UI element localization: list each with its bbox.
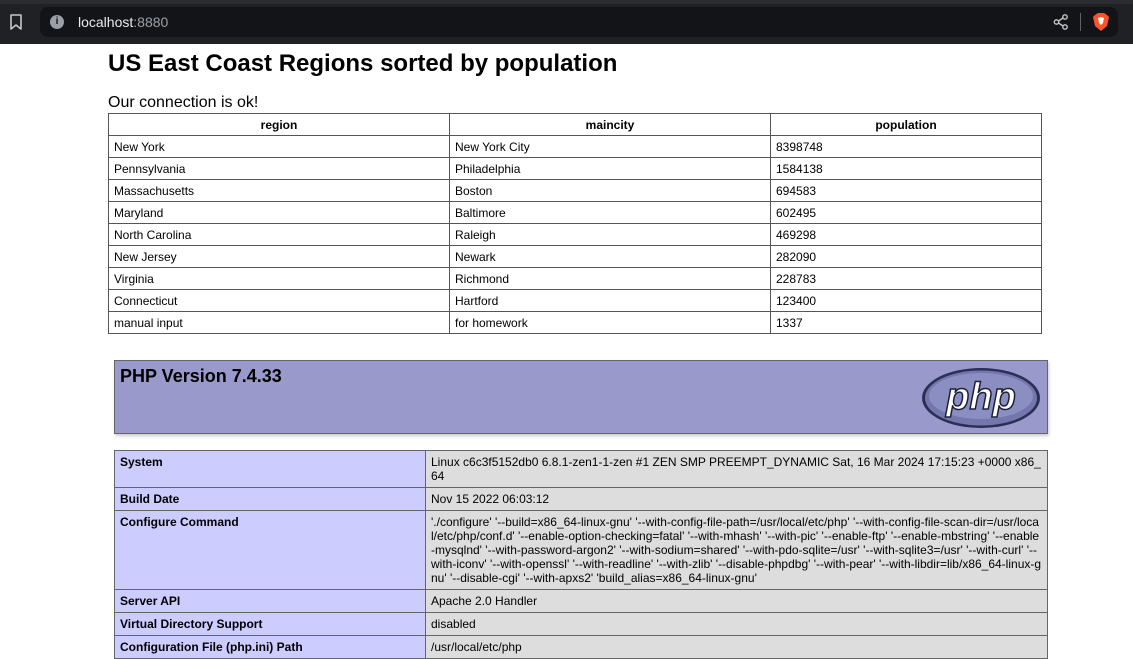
region-cell: Virginia: [108, 267, 450, 290]
php-logo-text: php: [945, 376, 1016, 418]
share-icon[interactable]: [1052, 13, 1070, 31]
table-row: New York New York City 8398748: [108, 135, 1042, 158]
phpinfo-row: Server API Apache 2.0 Handler: [114, 589, 1048, 613]
maincity-cell: Baltimore: [449, 201, 771, 224]
population-cell: 282090: [770, 245, 1042, 268]
phpinfo-row: Configuration File (php.ini) Path/usr/lo…: [114, 635, 1048, 659]
population-cell: 1337: [770, 311, 1042, 334]
phpinfo-key: Configuration File (php.ini) Path: [114, 635, 426, 659]
population-cell: 8398748: [770, 135, 1042, 158]
population-cell: 694583: [770, 179, 1042, 202]
population-cell: 228783: [770, 267, 1042, 290]
region-cell: Connecticut: [108, 289, 450, 312]
maincity-cell: for homework: [449, 311, 771, 334]
brave-shields-icon[interactable]: [1092, 12, 1110, 32]
bookmark-icon[interactable]: [6, 12, 26, 32]
phpinfo-table: System Linux c6c3f5152db0 6.8.1-zen1-1-ze…: [114, 450, 1048, 659]
phpinfo-row: System Linux c6c3f5152db0 6.8.1-zen1-1-ze…: [114, 450, 1048, 488]
maincity-cell: Newark: [449, 245, 771, 268]
phpinfo-row: Virtual Directory Support disabled: [114, 612, 1048, 636]
url-host: localhost: [78, 14, 134, 30]
table-row: New Jersey Newark 282090: [108, 245, 1042, 268]
table-row: North Carolina Raleigh 469298: [108, 223, 1042, 246]
browser-toolbar: i localhost:8880: [0, 0, 1133, 44]
region-cell: New York: [108, 135, 450, 158]
table-header-row: region maincity population: [108, 113, 1042, 136]
phpinfo-row: Build Date Nov 15 2022 06:03:12: [114, 487, 1048, 511]
phpinfo-value: Linux c6c3f5152db0 6.8.1-zen1-1-zen #1 Z…: [425, 450, 1048, 488]
phpinfo-table-body: System Linux c6c3f5152db0 6.8.1-zen1-1-ze…: [114, 450, 1048, 659]
population-cell: 602495: [770, 201, 1042, 224]
page-title: US East Coast Regions sorted by populati…: [108, 50, 618, 77]
table-row: manual input for homework 1337: [108, 311, 1042, 334]
maincity-cell: Hartford: [449, 289, 771, 312]
phpinfo-value: Nov 15 2022 06:03:12: [425, 487, 1048, 511]
phpinfo-header: PHP Version 7.4.33 php: [114, 360, 1048, 434]
url-port: :8880: [133, 14, 169, 30]
regions-table: region maincity population New York New Y…: [108, 113, 1042, 334]
maincity-cell: New York City: [449, 135, 771, 158]
url-text[interactable]: localhost:8880: [78, 14, 168, 30]
population-cell: 123400: [770, 289, 1042, 312]
table-row: Massachusetts Boston 694583: [108, 179, 1042, 202]
phpinfo-key: Build Date: [114, 487, 426, 511]
region-cell: Pennsylvania: [108, 157, 450, 180]
column-header-maincity: maincity: [449, 113, 771, 136]
region-cell: manual input: [108, 311, 450, 334]
phpinfo-value: disabled: [425, 612, 1048, 636]
connection-status: Our connection is ok!: [108, 94, 259, 111]
phpinfo-key: System: [114, 450, 426, 488]
maincity-cell: Philadelphia: [449, 157, 771, 180]
phpinfo-section: PHP Version 7.4.33 php: [114, 360, 1048, 434]
maincity-cell: Richmond: [449, 267, 771, 290]
phpinfo-row: Configure Command './configure' '--build=…: [114, 510, 1048, 590]
table-row: Connecticut Hartford 123400: [108, 289, 1042, 312]
site-info-icon[interactable]: i: [50, 15, 64, 29]
url-divider: [1080, 13, 1081, 31]
phpinfo-key: Server API: [114, 589, 426, 613]
population-cell: 469298: [770, 223, 1042, 246]
table-row: Maryland Baltimore 602495: [108, 201, 1042, 224]
table-row: Virginia Richmond 228783: [108, 267, 1042, 290]
column-header-region: region: [108, 113, 450, 136]
maincity-cell: Raleigh: [449, 223, 771, 246]
maincity-cell: Boston: [449, 179, 771, 202]
php-logo[interactable]: php: [921, 367, 1041, 429]
population-cell: 1584138: [770, 157, 1042, 180]
address-bar[interactable]: i localhost:8880: [40, 7, 1118, 37]
phpinfo-key: Configure Command: [114, 510, 426, 590]
php-version-heading: PHP Version 7.4.33: [120, 366, 282, 386]
region-cell: New Jersey: [108, 245, 450, 268]
region-cell: North Carolina: [108, 223, 450, 246]
table-row: Pennsylvania Philadelphia 1584138: [108, 157, 1042, 180]
region-cell: Massachusetts: [108, 179, 450, 202]
column-header-population: population: [770, 113, 1042, 136]
phpinfo-value: './configure' '--build=x86_64-linux-gnu'…: [425, 510, 1048, 590]
phpinfo-value: /usr/local/etc/php: [425, 635, 1048, 659]
phpinfo-value: Apache 2.0 Handler: [425, 589, 1048, 613]
phpinfo-key: Virtual Directory Support: [114, 612, 426, 636]
region-cell: Maryland: [108, 201, 450, 224]
tab-strip-edge: [0, 0, 1133, 4]
regions-table-body: New York New York City 8398748 Pennsylvania…: [108, 135, 1042, 334]
